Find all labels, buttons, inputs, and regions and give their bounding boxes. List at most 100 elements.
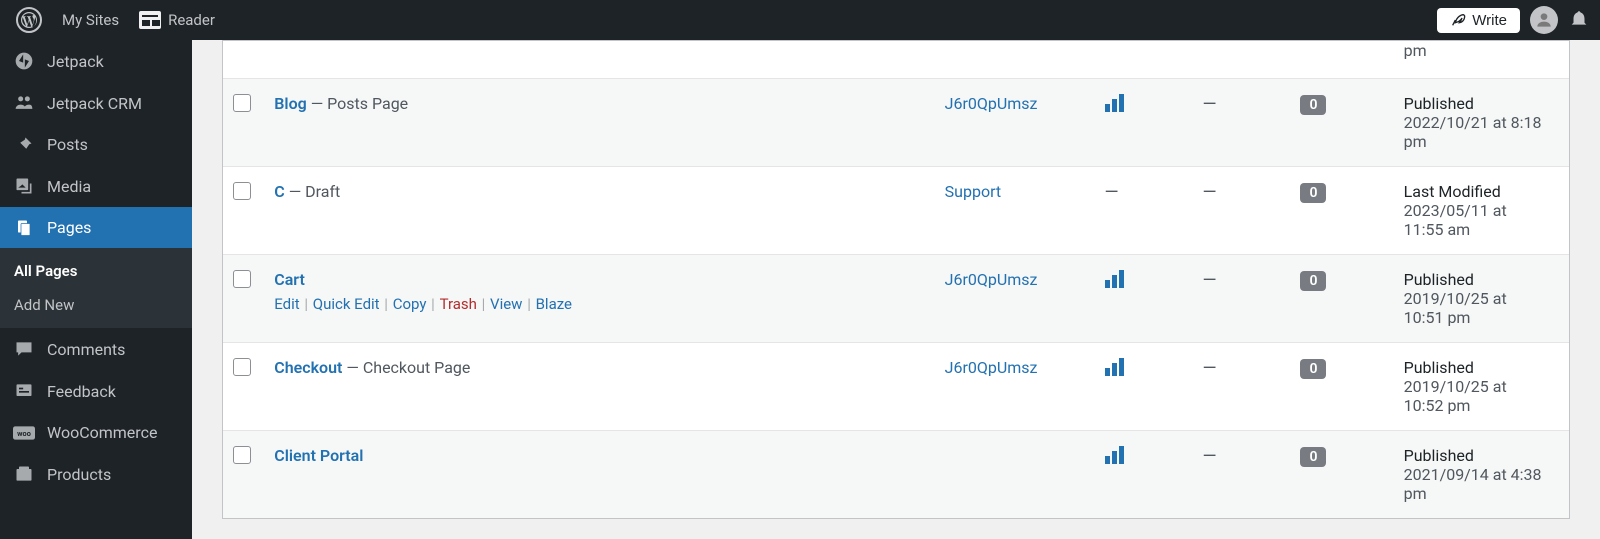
stats-icon[interactable]: [1105, 270, 1124, 288]
date-label: Published: [1404, 94, 1549, 113]
stats-icon[interactable]: [1105, 358, 1124, 376]
pin-icon: [13, 136, 35, 154]
page-title-link[interactable]: Checkout: [274, 358, 342, 377]
my-sites-label: My Sites: [62, 11, 119, 29]
user-avatar[interactable]: [1530, 6, 1558, 34]
action-trash[interactable]: Trash: [440, 295, 477, 313]
action-blaze[interactable]: Blaze: [536, 295, 572, 313]
table-row: Blog — Posts PageJ6r0QpUmsz—0Published20…: [223, 79, 1569, 167]
dash-cell: —: [1203, 182, 1217, 203]
pages-icon: [13, 219, 35, 237]
feedback-icon: [13, 381, 35, 401]
action-quick_edit[interactable]: Quick Edit: [313, 295, 380, 313]
comment-count[interactable]: 0: [1300, 271, 1326, 291]
svg-text:woo: woo: [17, 428, 31, 437]
page-title-link[interactable]: Client Portal: [274, 446, 363, 465]
date-value: 2019/10/25 at 10:52 pm: [1404, 377, 1549, 415]
people-icon: [13, 93, 35, 113]
row-checkbox[interactable]: [233, 358, 251, 376]
sidebar-item-products[interactable]: Products: [0, 453, 192, 495]
sidebar-item-pages[interactable]: Pages: [0, 207, 192, 248]
sidebar-label: Feedback: [47, 382, 116, 401]
date-value: 2022/10/21 at 8:18 pm: [1404, 113, 1549, 151]
sidebar-item-comments[interactable]: Comments: [0, 328, 192, 370]
media-icon: [13, 176, 35, 196]
page-title-link[interactable]: Blog: [274, 94, 306, 113]
admin-topbar: My Sites Reader Write: [0, 0, 1600, 40]
date-label: Last Modified: [1404, 182, 1549, 201]
sidebar-item-posts[interactable]: Posts: [0, 124, 192, 165]
sidebar-label: Comments: [47, 340, 125, 359]
action-copy[interactable]: Copy: [393, 295, 427, 313]
sidebar-item-media[interactable]: Media: [0, 165, 192, 207]
date-label: Published: [1404, 358, 1549, 377]
stats-icon[interactable]: [1105, 94, 1124, 112]
sidebar-item-woocommerce[interactable]: woo WooCommerce: [0, 412, 192, 453]
main-content: pm Blog — Posts Page J6r0QpUmsz — 0 Published…: [192, 40, 1600, 539]
action-view[interactable]: View: [490, 295, 522, 313]
submenu-all-pages[interactable]: All Pages: [0, 254, 192, 288]
reader-link[interactable]: Reader: [129, 0, 225, 40]
page-suffix: — Posts Page: [307, 94, 408, 113]
bell-icon: [1568, 9, 1590, 31]
page-title-link[interactable]: Cart: [274, 270, 305, 289]
comment-count[interactable]: 0: [1300, 447, 1326, 467]
my-sites-link[interactable]: My Sites: [52, 0, 129, 40]
sidebar-label: Products: [47, 465, 111, 484]
author-link[interactable]: J6r0QpUmsz: [945, 94, 1038, 113]
row-checkbox[interactable]: [233, 94, 251, 112]
stats-icon[interactable]: [1105, 446, 1124, 464]
date-value: 2021/09/14 at 4:38 pm: [1404, 465, 1549, 503]
date-label: Published: [1404, 270, 1549, 289]
table-row: C — DraftSupport——0Last Modified2023/05/…: [223, 167, 1569, 255]
write-label: Write: [1472, 12, 1507, 29]
page-title-link[interactable]: C: [274, 182, 284, 201]
submenu-add-new[interactable]: Add New: [0, 288, 192, 322]
author-link[interactable]: J6r0QpUmsz: [945, 358, 1038, 377]
wordpress-icon: [16, 7, 42, 33]
comment-count[interactable]: 0: [1300, 183, 1326, 203]
woo-icon: woo: [13, 425, 35, 441]
sidebar-item-jetpack[interactable]: Jetpack: [0, 40, 192, 82]
sidebar-label: Pages: [47, 218, 91, 237]
table-row: Cart Edit | Quick Edit | Copy | Trash | V…: [223, 255, 1569, 343]
write-button[interactable]: Write: [1437, 8, 1520, 33]
comment-count[interactable]: 0: [1300, 359, 1326, 379]
comment-count[interactable]: 0: [1300, 95, 1326, 115]
pages-table: pm Blog — Posts Page J6r0QpUmsz — 0 Published…: [222, 40, 1570, 519]
page-suffix: — Checkout Page: [342, 358, 470, 377]
wp-logo-link[interactable]: [6, 0, 52, 40]
row-checkbox[interactable]: [233, 270, 251, 288]
sidebar-label: WooCommerce: [47, 423, 157, 442]
pages-submenu: All Pages Add New: [0, 248, 192, 328]
date-value: pm: [1404, 41, 1549, 60]
sidebar-item-feedback[interactable]: Feedback: [0, 370, 192, 412]
person-icon: [1534, 10, 1554, 30]
sidebar-item-jetpack-crm[interactable]: Jetpack CRM: [0, 82, 192, 124]
dash-cell: —: [1203, 270, 1217, 291]
author-link[interactable]: Support: [945, 182, 1001, 201]
notifications-button[interactable]: [1568, 9, 1590, 31]
page-suffix: — Draft: [285, 182, 341, 201]
action-edit[interactable]: Edit: [274, 295, 299, 313]
products-icon: [13, 464, 35, 484]
author-link[interactable]: J6r0QpUmsz: [945, 270, 1038, 289]
table-row: Checkout — Checkout PageJ6r0QpUmsz—0Publ…: [223, 343, 1569, 431]
row-actions: Edit | Quick Edit | Copy | Trash | View …: [274, 295, 924, 313]
row-checkbox[interactable]: [233, 182, 251, 200]
sidebar-label: Media: [47, 177, 91, 196]
reader-label: Reader: [168, 11, 215, 29]
row-checkbox[interactable]: [233, 446, 251, 464]
dash-cell: —: [1203, 446, 1217, 467]
date-label: Published: [1404, 446, 1549, 465]
table-row: pm: [223, 41, 1569, 79]
sidebar-label: Posts: [47, 135, 88, 154]
comment-icon: [13, 339, 35, 359]
table-row: Client Portal — 0 Published2021/09/14 at 4:…: [223, 431, 1569, 519]
feather-icon: [1450, 12, 1466, 28]
admin-sidebar: Jetpack Jetpack CRM Posts Media Pages Al…: [0, 40, 192, 539]
date-value: 2019/10/25 at 10:51 pm: [1404, 289, 1549, 327]
sidebar-label: Jetpack: [47, 52, 104, 71]
date-value: 2023/05/11 at 11:55 am: [1404, 201, 1549, 239]
reader-icon: [139, 11, 161, 29]
